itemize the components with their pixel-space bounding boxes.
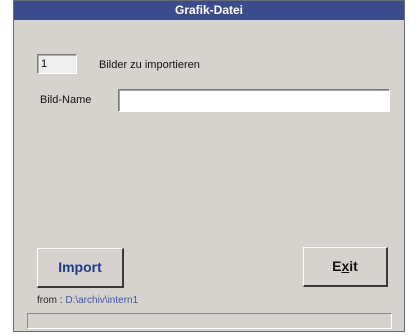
image-name-input[interactable] (118, 89, 390, 112)
exit-button[interactable]: Exit (303, 247, 388, 287)
image-count-label: Bilder zu importieren (99, 59, 200, 71)
source-path: D:\archiv\intern1 (65, 295, 139, 306)
exit-label-suffix: it (349, 258, 358, 274)
source-path-line: from : D:\archiv\intern1 (37, 295, 138, 306)
grafik-datei-dialog: Grafik-Datei 1 Bilder zu importieren Bil… (13, 0, 405, 332)
image-count-field[interactable]: 1 (37, 54, 77, 74)
status-bar (27, 313, 392, 329)
title-bar: Grafik-Datei (14, 1, 404, 20)
source-prefix: from : (37, 295, 63, 306)
import-button[interactable]: Import (37, 248, 124, 288)
image-name-label: Bild-Name (40, 94, 92, 106)
